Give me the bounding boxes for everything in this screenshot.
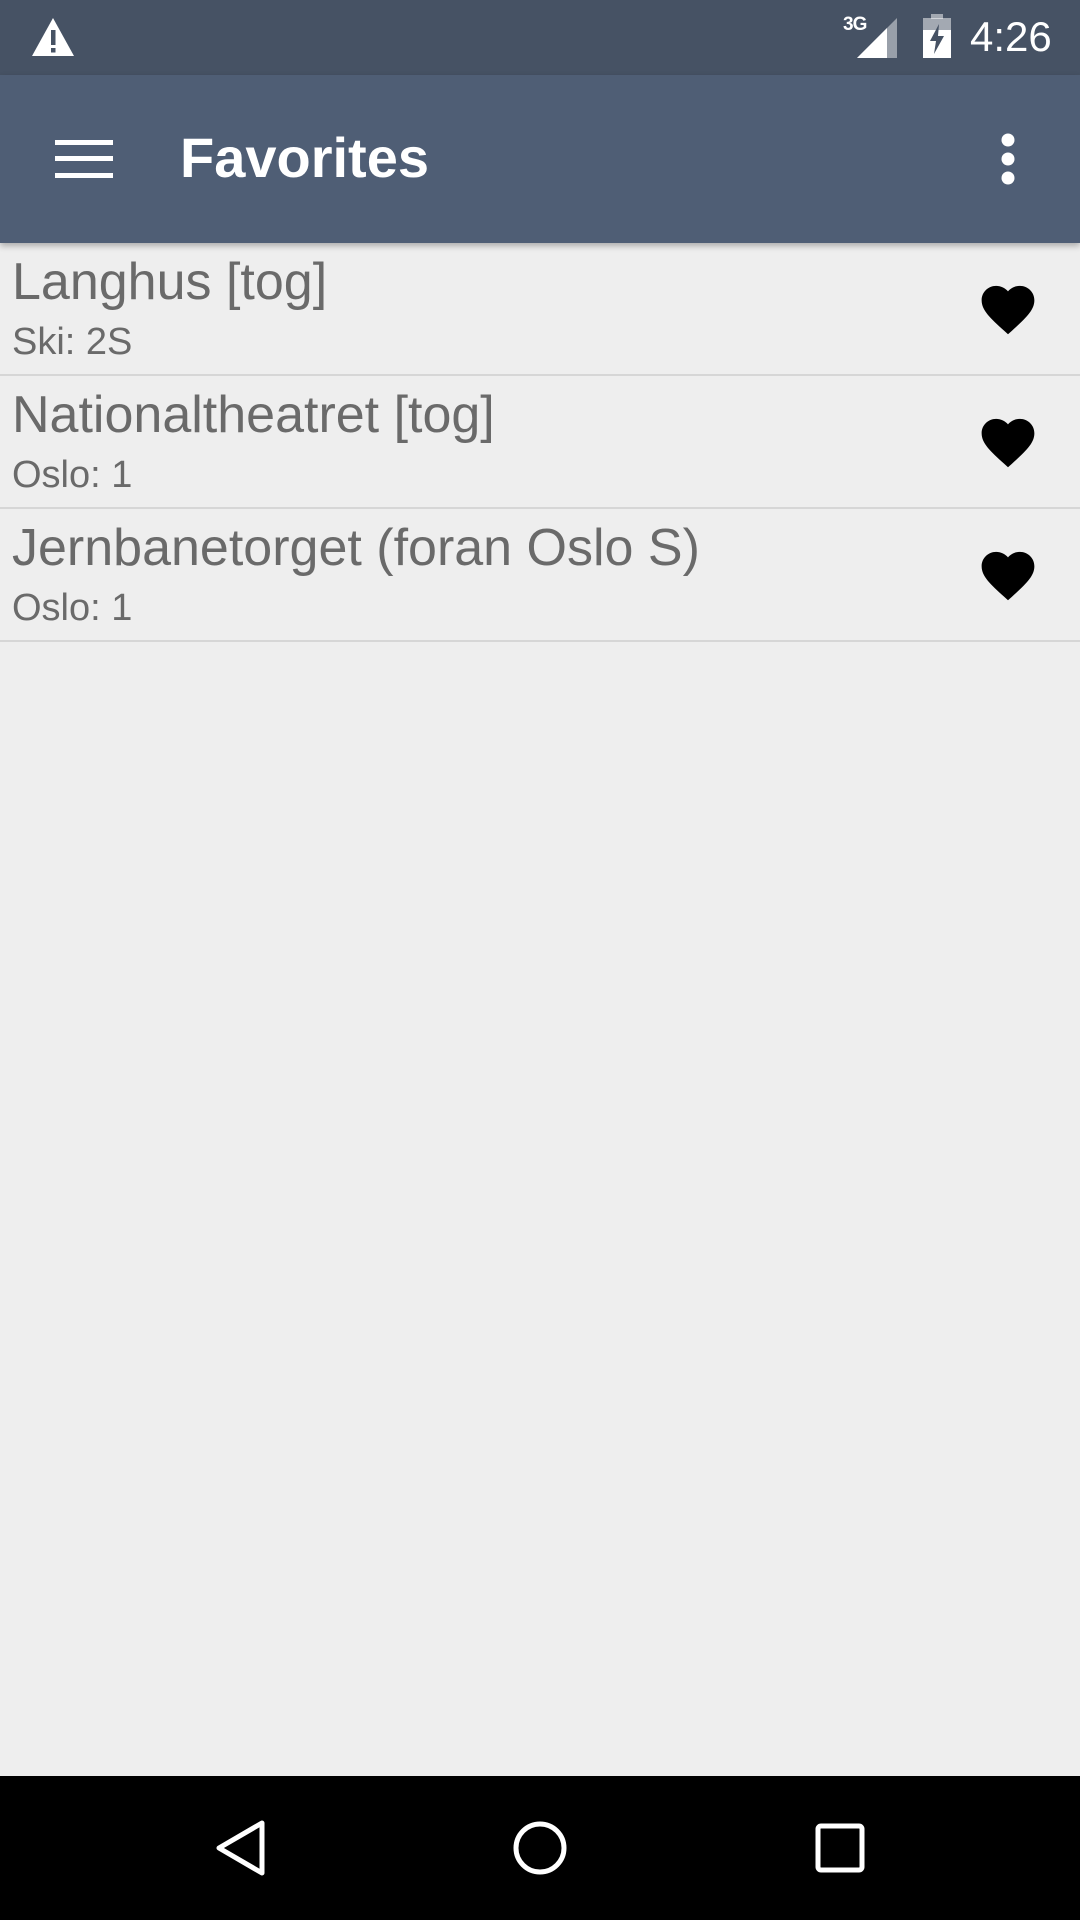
back-icon — [216, 1820, 265, 1876]
favorites-list: Langhus [tog] Ski: 2S Nationaltheatret [… — [0, 243, 1080, 642]
status-bar: 3G 4:26 — [0, 0, 1080, 75]
favorite-toggle-button[interactable] — [968, 400, 1048, 480]
stop-name: Nationaltheatret [tog] — [12, 386, 495, 444]
more-vert-icon — [1001, 133, 1015, 185]
signal-indicator: 3G — [843, 14, 899, 60]
menu-icon — [55, 140, 113, 178]
menu-button[interactable] — [40, 119, 128, 199]
stop-detail: Oslo: 1 — [12, 587, 133, 629]
navigation-bar — [0, 1776, 1080, 1920]
more-options-button[interactable] — [968, 119, 1048, 199]
favorite-item[interactable]: Nationaltheatret [tog] Oslo: 1 — [0, 376, 1080, 509]
stop-detail: Ski: 2S — [12, 321, 133, 363]
home-button[interactable] — [490, 1798, 590, 1898]
stop-detail: Oslo: 1 — [12, 454, 133, 496]
favorite-toggle-button[interactable] — [968, 533, 1048, 613]
warning-icon — [32, 18, 74, 56]
battery-charging-icon — [923, 14, 951, 58]
home-icon — [513, 1821, 567, 1875]
status-time: 4:26 — [970, 13, 1052, 60]
recents-button[interactable] — [790, 1798, 890, 1898]
heart-icon — [981, 285, 1035, 335]
favorite-toggle-button[interactable] — [968, 267, 1048, 347]
stop-name: Langhus [tog] — [12, 253, 328, 311]
app-bar: Favorites — [0, 75, 1080, 243]
heart-icon — [981, 551, 1035, 601]
signal-icon — [857, 18, 897, 58]
favorite-item[interactable]: Langhus [tog] Ski: 2S — [0, 243, 1080, 376]
page-title: Favorites — [180, 126, 429, 189]
heart-icon — [981, 418, 1035, 468]
recents-icon — [815, 1823, 865, 1873]
stop-name: Jernbanetorget (foran Oslo S) — [12, 519, 700, 577]
favorite-item[interactable]: Jernbanetorget (foran Oslo S) Oslo: 1 — [0, 509, 1080, 642]
back-button[interactable] — [190, 1798, 290, 1898]
